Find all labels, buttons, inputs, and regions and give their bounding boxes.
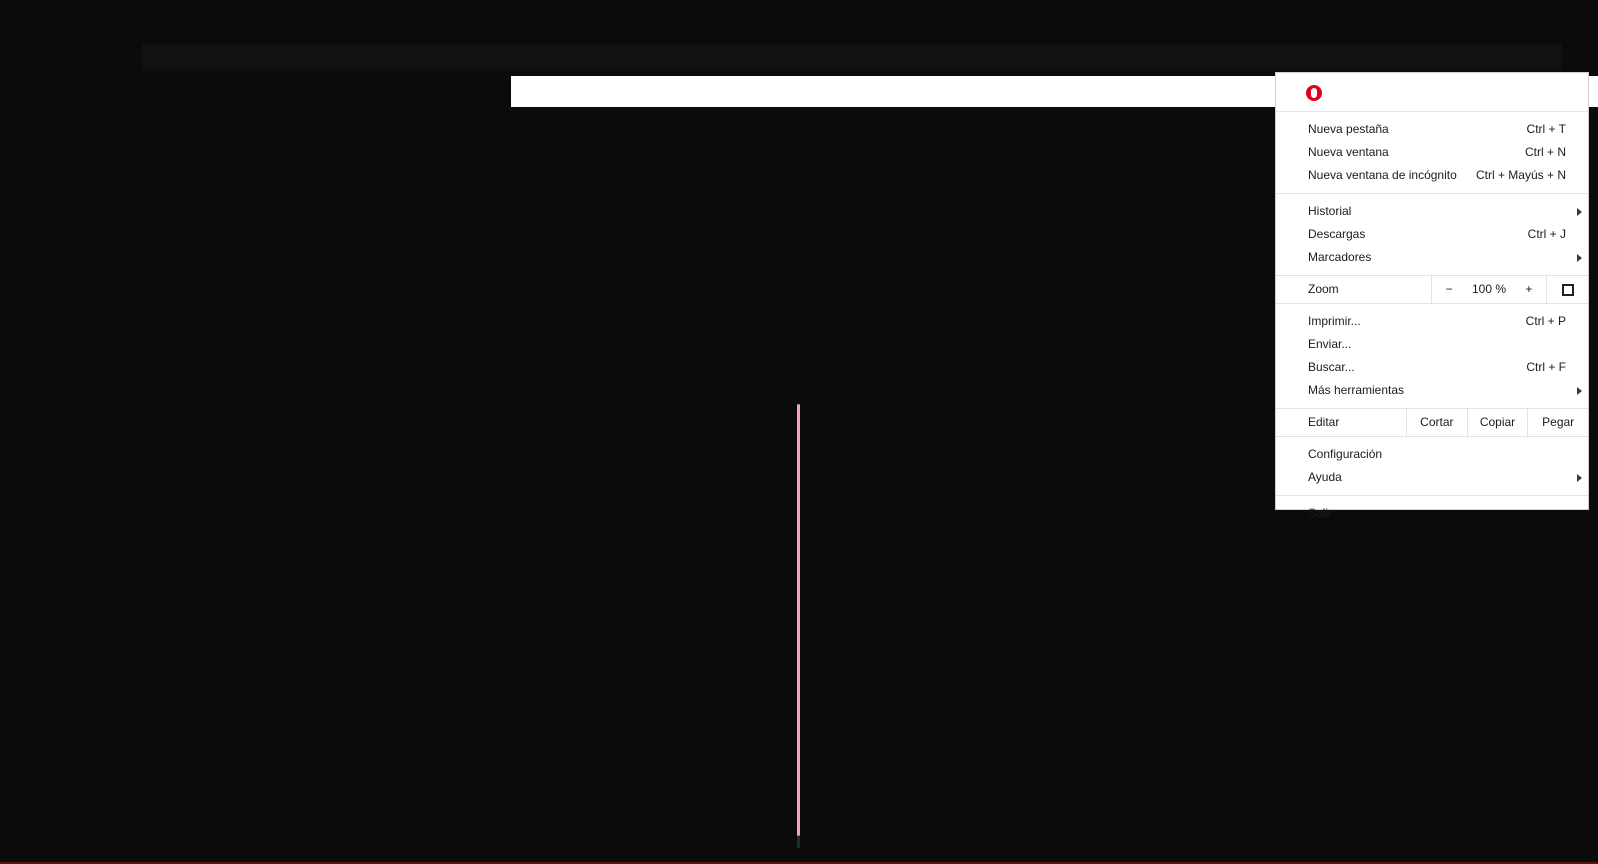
menu-item-shortcut: Ctrl + P (1525, 314, 1566, 328)
page: Nueva pestaña Ctrl + T Nueva ventana Ctr… (0, 0, 1598, 864)
zoom-level: 100 % (1471, 282, 1507, 296)
menu-item-downloads[interactable]: Descargas Ctrl + J (1276, 223, 1588, 246)
menu-item-label: Nueva pestaña (1308, 122, 1389, 136)
menu-item-label: Configuración (1308, 447, 1383, 461)
menu-item-shortcut: Ctrl + F (1526, 360, 1566, 374)
edit-label: Editar (1276, 409, 1407, 436)
menu-item-history[interactable]: Historial (1276, 200, 1588, 223)
menu-item-label: Enviar... (1308, 337, 1352, 351)
menu-item-label: Nueva ventana (1308, 145, 1389, 159)
menu-item-find[interactable]: Buscar... Ctrl + F (1276, 356, 1588, 379)
fullscreen-button[interactable] (1547, 276, 1588, 303)
menu-group-tools: Imprimir... Ctrl + P Enviar... Buscar...… (1276, 304, 1588, 409)
zoom-row: Zoom − 100 % + (1276, 276, 1588, 304)
menu-item-new-tab[interactable]: Nueva pestaña Ctrl + T (1276, 118, 1588, 141)
paste-button[interactable]: Pegar (1528, 409, 1588, 436)
menu-item-label: Buscar... (1308, 360, 1355, 374)
top-strip (142, 44, 1562, 71)
menu-item-settings[interactable]: Configuración (1276, 443, 1588, 466)
menu-item-exit[interactable]: Salir (1276, 502, 1588, 525)
zoom-out-button[interactable]: − (1438, 276, 1461, 303)
zoom-label: Zoom (1276, 276, 1432, 303)
vertical-indicator-line (797, 404, 800, 836)
submenu-arrow-icon (1577, 387, 1582, 395)
zoom-in-button[interactable]: + (1517, 276, 1540, 303)
fullscreen-icon (1561, 283, 1574, 296)
edit-row: Editar Cortar Copiar Pegar (1276, 409, 1588, 437)
menu-item-help[interactable]: Ayuda (1276, 466, 1588, 489)
menu-item-label: Historial (1308, 204, 1352, 218)
menu-item-label: Más herramientas (1308, 383, 1405, 397)
browser-main-menu: Nueva pestaña Ctrl + T Nueva ventana Ctr… (1275, 72, 1589, 520)
submenu-arrow-icon (1577, 254, 1582, 262)
menu-group-navigation: Historial Descargas Ctrl + J Marcadores (1276, 194, 1588, 276)
menu-item-label: Marcadores (1308, 250, 1372, 264)
menu-item-label: Descargas (1308, 227, 1366, 241)
submenu-arrow-icon (1577, 474, 1582, 482)
menu-item-print[interactable]: Imprimir... Ctrl + P (1276, 310, 1588, 333)
menu-item-more-tools[interactable]: Más herramientas (1276, 379, 1588, 402)
vertical-indicator-tail (797, 836, 800, 848)
menu-group-exit: Salir (1276, 496, 1588, 531)
opera-hand-icon (1306, 85, 1322, 101)
zoom-controls: − 100 % + (1432, 276, 1547, 303)
menu-item-label: Salir (1308, 506, 1333, 520)
cut-button[interactable]: Cortar (1407, 409, 1468, 436)
menu-item-new-window[interactable]: Nueva ventana Ctrl + N (1276, 141, 1588, 164)
menu-item-shortcut: Ctrl + T (1526, 122, 1566, 136)
menu-group-windows: Nueva pestaña Ctrl + T Nueva ventana Ctr… (1276, 112, 1588, 194)
menu-item-shortcut: Ctrl + J (1527, 227, 1566, 241)
menu-item-shortcut: Ctrl + Mayús + N (1475, 168, 1566, 182)
copy-button[interactable]: Copiar (1468, 409, 1529, 436)
menu-item-label: Ayuda (1308, 470, 1342, 484)
menu-item-label: Nueva ventana de incógnito (1308, 168, 1457, 182)
submenu-arrow-icon (1577, 208, 1582, 216)
menu-item-label: Imprimir... (1308, 314, 1361, 328)
menu-item-new-incognito-window[interactable]: Nueva ventana de incógnito Ctrl + Mayús … (1276, 164, 1588, 187)
menu-item-shortcut: Ctrl + N (1524, 145, 1566, 159)
menu-header (1276, 73, 1588, 112)
menu-item-send[interactable]: Enviar... (1276, 333, 1588, 356)
menu-group-settings: Configuración Ayuda (1276, 437, 1588, 496)
menu-item-bookmarks[interactable]: Marcadores (1276, 246, 1588, 269)
